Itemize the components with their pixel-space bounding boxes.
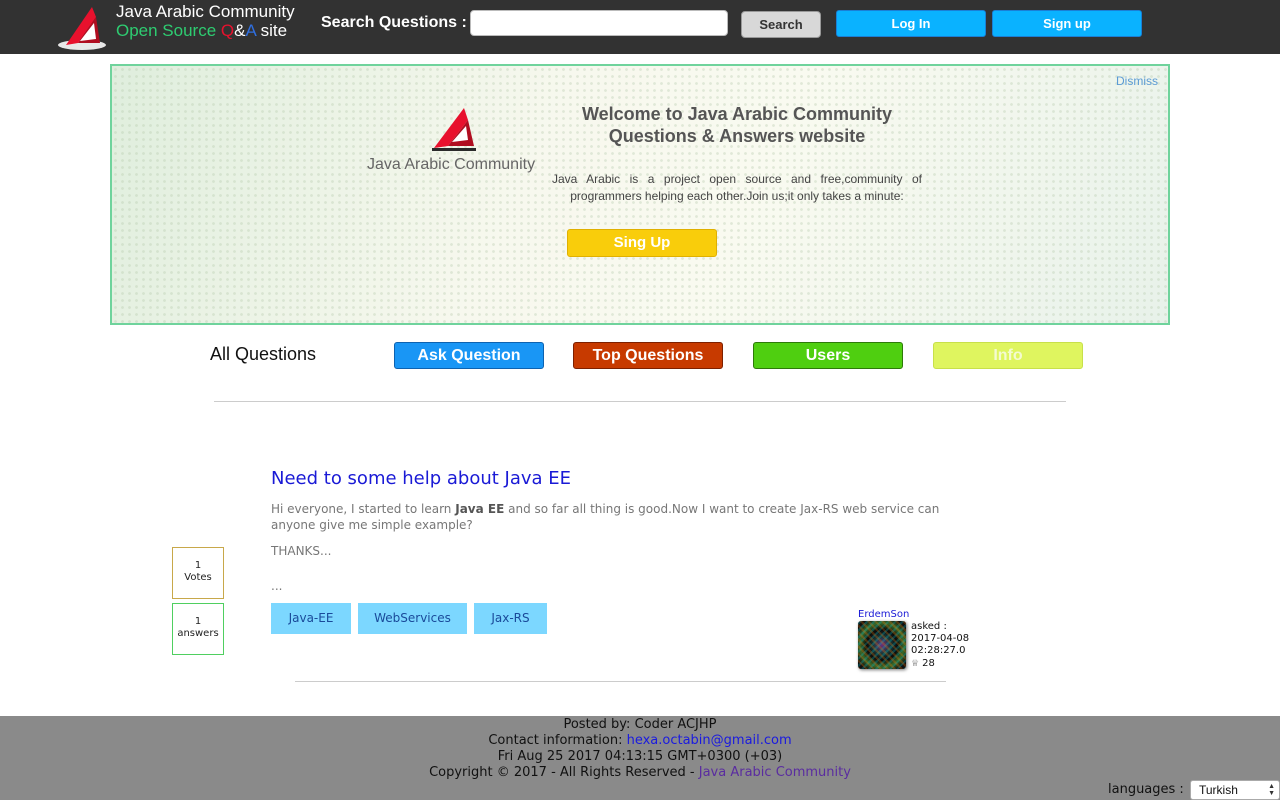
login-button[interactable]: Log In (836, 10, 986, 37)
footer-datetime: Fri Aug 25 2017 04:13:15 GMT+0300 (+03) (497, 749, 783, 764)
languages-label: languages : (1108, 782, 1184, 797)
all-questions-heading: All Questions (210, 344, 317, 364)
java-arabic-logo-icon[interactable] (56, 3, 112, 51)
dismiss-link[interactable]: Dismiss (1116, 74, 1158, 88)
ask-question-button[interactable]: Ask Question (394, 342, 544, 369)
author-link[interactable]: ErdemSon (858, 609, 909, 620)
search-label: Search Questions : (321, 14, 467, 31)
tag-java-ee[interactable]: Java-EE (271, 603, 351, 634)
search-input[interactable] (470, 10, 728, 36)
top-navbar: Java Arabic Community Open Source Q&A si… (0, 0, 1280, 54)
divider (214, 401, 1066, 402)
footer-copyright: Copyright © 2017 - All Rights Reserved -… (429, 765, 851, 780)
users-button[interactable]: Users (753, 342, 903, 369)
signup-button[interactable]: Sign up (992, 10, 1142, 37)
select-arrows-icon: ▲ ▼ (1268, 783, 1275, 797)
banner-logo-icon (432, 108, 476, 151)
community-link[interactable]: Java Arabic Community (699, 765, 851, 780)
asked-time: 02:28:27.0 (911, 645, 966, 656)
footer-posted-by: Posted by: Coder ACJHP (563, 717, 717, 732)
footer: Posted by: Coder ACJHP Contact informati… (0, 716, 1280, 800)
welcome-description: Java Arabic is a project open source and… (552, 172, 922, 203)
divider (295, 681, 946, 682)
top-questions-button[interactable]: Top Questions (573, 342, 723, 369)
asked-label: asked : (911, 621, 947, 632)
site-subtitle: Open Source Q&A site (116, 21, 288, 40)
asked-date: 2017-04-08 (911, 633, 970, 644)
info-button[interactable]: Info (933, 342, 1083, 369)
tag-jax-rs[interactable]: Jax-RS (474, 603, 547, 634)
contact-email-link[interactable]: hexa.octabin@gmail.com (627, 733, 792, 748)
site-title: Java Arabic Community (116, 2, 295, 21)
author-avatar[interactable] (858, 621, 906, 669)
search-button[interactable]: Search (741, 11, 821, 38)
welcome-title: Welcome to Java Arabic Community Questio… (581, 104, 893, 146)
banner-logo-text: Java Arabic Community (367, 156, 536, 173)
question-title-link[interactable]: Need to some help about Java EE (271, 468, 571, 489)
question-thanks: THANKS... (271, 544, 332, 558)
question-ellipsis: ... (271, 579, 283, 593)
trophy-icon: ♕ (911, 659, 920, 669)
question-excerpt: Hi everyone, I started to learn Java EE … (271, 502, 940, 532)
welcome-banner: Dismiss Java Arabic Community Welcome to… (110, 64, 1170, 325)
tag-webservices[interactable]: WebServices (358, 603, 467, 634)
language-select[interactable]: Turkish ▲ ▼ (1190, 780, 1280, 800)
answers-count: 1 answers (172, 603, 224, 655)
banner-signup-button[interactable]: Sing Up (567, 229, 717, 257)
footer-contact: Contact information: hexa.octabin@gmail.… (488, 733, 792, 748)
votes-count: 1 Votes (172, 547, 224, 599)
author-reputation: ♕ 28 (911, 658, 935, 669)
